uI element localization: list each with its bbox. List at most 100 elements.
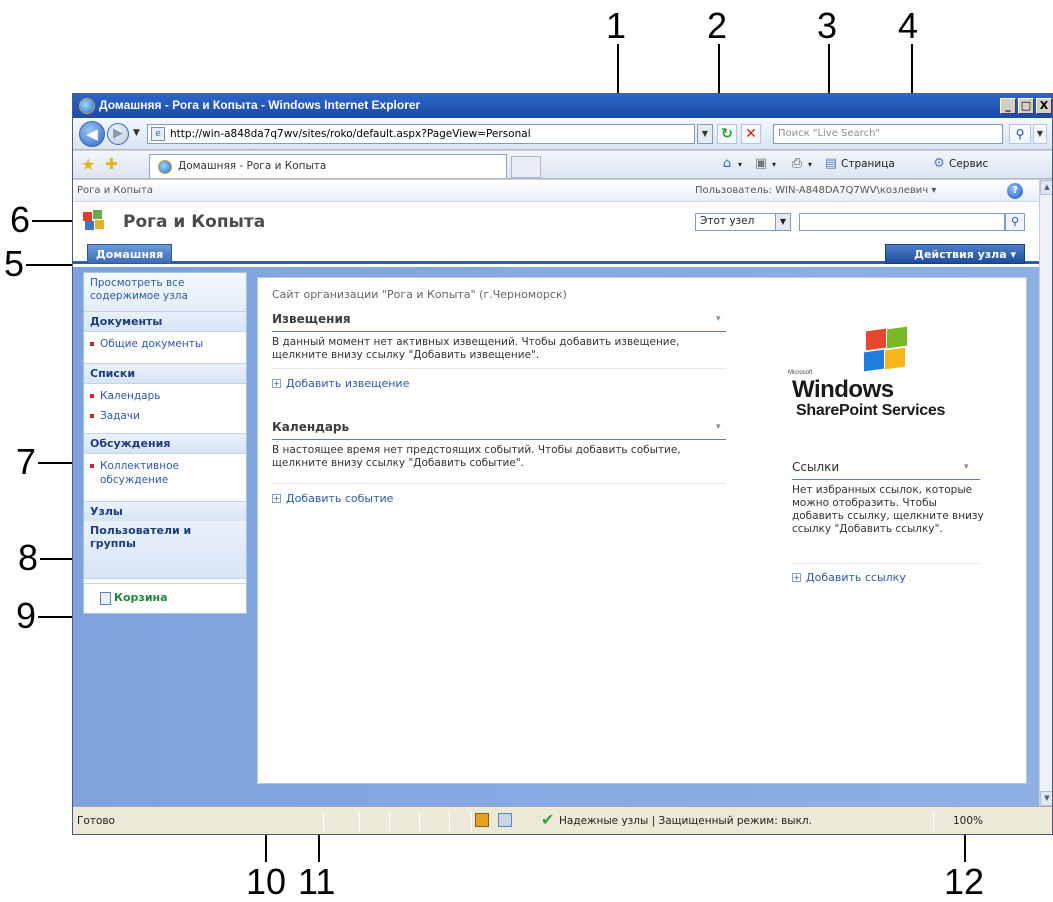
home-dropdown-icon[interactable]: ▾ (738, 160, 742, 169)
links-menu-icon[interactable]: ▾ (964, 462, 969, 472)
bullet-icon (90, 414, 94, 418)
stop-icon[interactable]: ✕ (741, 124, 761, 144)
add-favorites-icon[interactable]: ✚ (105, 155, 118, 173)
callout-12: 12 (944, 861, 985, 902)
tab-active[interactable]: Домашняя - Рога и Копыта (149, 154, 507, 178)
feeds-dropdown-icon[interactable]: ▾ (772, 160, 776, 169)
status-divider (419, 811, 420, 831)
bullet-icon (90, 464, 94, 468)
maximize-button[interactable]: □ (1018, 98, 1034, 114)
main-content: Сайт организации "Рога и Копыта" (г.Черн… (257, 277, 1027, 784)
vertical-scrollbar[interactable]: ▲ ▼ (1039, 180, 1052, 806)
callout-1: 1 (606, 5, 627, 46)
page-content: Рога и Копыта Пользователь: WIN-A848DA7Q… (73, 180, 1039, 806)
zoom-level[interactable]: 100% (953, 815, 983, 827)
site-title[interactable]: Рога и Копыта (123, 212, 265, 232)
ql-link-label: Задачи (100, 410, 140, 422)
top-navigation: Домашняя Действия узла ▾ (73, 238, 1039, 264)
bullet-icon (90, 394, 94, 398)
site-search-icon[interactable]: ⚲ (1005, 213, 1025, 231)
page-menu[interactable]: Страница (841, 158, 895, 170)
recycle-bin-icon (100, 592, 111, 605)
callout-10: 10 (246, 861, 287, 902)
home-icon[interactable]: ⌂ (719, 156, 735, 172)
add-event-label: Добавить событие (286, 492, 394, 505)
window-title: Домашняя - Рога и Копыта - Windows Inter… (99, 98, 421, 112)
close-button[interactable]: X (1036, 98, 1052, 114)
scroll-up-icon[interactable]: ▲ (1040, 180, 1052, 195)
ql-link-team-discussion[interactable]: Коллективное обсуждение (84, 457, 246, 489)
quick-launch: Просмотреть все содержимое узла Документ… (83, 272, 247, 614)
site-title-area: Рога и Копыта Этот узел ▼ ⚲ (73, 202, 1039, 238)
add-link-link[interactable]: + Добавить ссылку (792, 571, 906, 584)
favorites-star-icon[interactable]: ★ (81, 155, 95, 174)
tools-menu[interactable]: Сервис (949, 158, 988, 170)
status-bar: Готово ✔ Надежные узлы | Защищенный режи… (73, 806, 1052, 834)
links-title[interactable]: Ссылки (792, 460, 839, 474)
ql-link-tasks[interactable]: Задачи (84, 407, 246, 425)
ql-header-documents[interactable]: Документы (84, 311, 246, 332)
feeds-icon[interactable]: ▣ (753, 156, 769, 172)
search-scope-select[interactable]: Этот узел ▼ (695, 213, 791, 231)
scroll-down-icon[interactable]: ▼ (1040, 791, 1052, 806)
refresh-icon[interactable]: ↻ (717, 124, 737, 144)
help-icon[interactable]: ? (1007, 183, 1023, 199)
ql-link-calendar[interactable]: Календарь (84, 387, 246, 405)
callout-3: 3 (817, 5, 838, 46)
add-icon: + (272, 379, 281, 388)
status-divider (323, 811, 324, 831)
search-input[interactable]: Поиск "Live Search" (773, 124, 1003, 144)
tab-home[interactable]: Домашняя (87, 244, 173, 264)
url-field[interactable]: e http://win-a848da7q7wv/sites/roko/defa… (147, 124, 695, 144)
new-tab-button[interactable] (511, 156, 541, 178)
security-lock-icon[interactable] (475, 813, 489, 827)
ql-header-lists[interactable]: Списки (84, 363, 246, 384)
url-text: http://win-a848da7q7wv/sites/roko/defaul… (170, 128, 531, 140)
sharepoint-services-label: SharePoint Services (796, 402, 946, 419)
breadcrumb[interactable]: Рога и Копыта (77, 185, 153, 196)
ql-header-sites[interactable]: Узлы (84, 501, 246, 521)
tools-icon[interactable]: ⚙ (931, 156, 947, 172)
ql-link-shared-documents[interactable]: Общие документы (84, 335, 246, 353)
back-button[interactable]: ◀ (79, 121, 105, 147)
bullet-icon (90, 342, 94, 346)
ql-header-people-groups[interactable]: Пользователи и группы (84, 521, 246, 579)
site-actions-button[interactable]: Действия узла ▾ (885, 244, 1025, 264)
forward-button[interactable]: ▶ (107, 123, 129, 145)
announcements-title[interactable]: Извещения (272, 312, 351, 326)
global-navigation: Рога и Копыта Пользователь: WIN-A848DA7Q… (73, 180, 1039, 202)
url-dropdown-icon[interactable]: ▼ (697, 124, 713, 144)
announcements-body: В данный момент нет активных извещений. … (272, 336, 680, 361)
address-bar: ◀ ▶ ▼ e http://win-a848da7q7wv/sites/rok… (73, 118, 1052, 150)
calendar-title[interactable]: Календарь (272, 420, 349, 434)
minimize-button[interactable]: _ (1000, 98, 1016, 114)
search-icon[interactable]: ⚲ (1009, 124, 1031, 144)
windows-flag-icon (862, 326, 908, 372)
status-text: Готово (77, 815, 115, 827)
ql-header-discussions[interactable]: Обсуждения (84, 433, 246, 454)
print-dropdown-icon[interactable]: ▾ (808, 160, 812, 169)
callout-7: 7 (16, 441, 37, 482)
popup-blocker-icon[interactable] (498, 813, 513, 827)
site-search-input[interactable] (799, 213, 1005, 231)
add-event-link[interactable]: + Добавить событие (272, 492, 393, 505)
search-options-icon[interactable]: ▼ (1033, 124, 1047, 144)
calendar-divider (272, 483, 726, 484)
recycle-bin-link[interactable]: Корзина (84, 583, 246, 613)
add-announcement-link[interactable]: + Добавить извещение (272, 377, 409, 390)
history-dropdown-icon[interactable]: ▼ (133, 128, 140, 138)
links-rule (792, 479, 980, 480)
announcements-rule (272, 331, 726, 332)
security-zone-text[interactable]: Надежные узлы | Защищенный режим: выкл. (559, 815, 812, 827)
tab-label: Домашняя - Рога и Копыта (178, 160, 327, 172)
view-all-content-link[interactable]: Просмотреть все содержимое узла (84, 273, 246, 311)
calendar-menu-icon[interactable]: ▾ (716, 422, 721, 432)
page-menu-icon[interactable]: ▤ (823, 156, 839, 172)
user-menu[interactable]: Пользователь: WIN-A848DA7Q7WV\козлевич ▾ (695, 185, 936, 196)
print-icon[interactable]: ⎙ (789, 156, 805, 172)
browser-window: Домашняя - Рога и Копыта - Windows Inter… (72, 93, 1053, 835)
announcements-menu-icon[interactable]: ▾ (716, 314, 721, 324)
trusted-zone-check-icon: ✔ (541, 810, 555, 829)
status-divider (449, 811, 450, 831)
status-divider (359, 811, 360, 831)
